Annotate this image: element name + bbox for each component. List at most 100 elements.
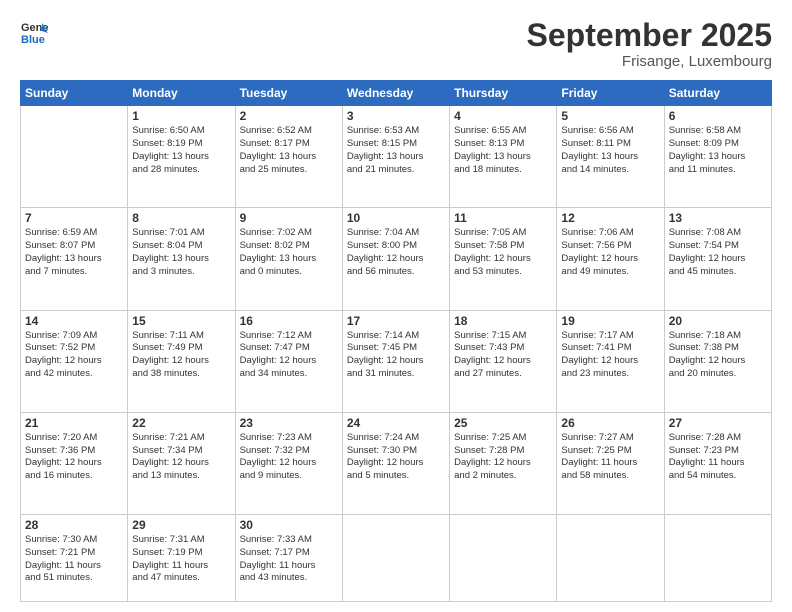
day-number: 16 [240, 314, 338, 328]
day-info: Sunrise: 7:05 AM Sunset: 7:58 PM Dayligh… [454, 227, 552, 278]
day-number: 17 [347, 314, 445, 328]
day-number: 7 [25, 211, 123, 225]
day-cell: 18 Sunrise: 7:15 AM Sunset: 7:43 PM Dayli… [450, 310, 557, 412]
day-cell: 17 Sunrise: 7:14 AM Sunset: 7:45 PM Dayli… [342, 310, 449, 412]
day-cell: 21Sunrise: 7:20 AM Sunset: 7:36 PM Dayli… [21, 412, 128, 514]
col-header-thursday: Thursday [450, 81, 557, 106]
day-cell [21, 106, 128, 208]
day-info: Sunrise: 7:18 AM Sunset: 7:38 PM Dayligh… [669, 330, 767, 381]
day-info: Sunrise: 7:14 AM Sunset: 7:45 PM Dayligh… [347, 330, 445, 381]
week-row-3: 14 Sunrise: 7:09 AM Sunset: 7:52 PM Dayli… [21, 310, 772, 412]
day-number: 15 [132, 314, 230, 328]
day-cell: 5 Sunrise: 6:56 AM Sunset: 8:11 PM Daylig… [557, 106, 664, 208]
day-number: 18 [454, 314, 552, 328]
day-info: Sunrise: 6:56 AM Sunset: 8:11 PM Dayligh… [561, 125, 659, 176]
day-info: Sunrise: 7:33 AM Sunset: 7:17 PM Dayligh… [240, 534, 338, 585]
day-cell: 24 Sunrise: 7:24 AM Sunset: 7:30 PM Dayli… [342, 412, 449, 514]
day-cell: 27 Sunrise: 7:28 AM Sunset: 7:23 PM Dayli… [664, 412, 771, 514]
day-number: 5 [561, 109, 659, 123]
day-info: Sunrise: 6:52 AM Sunset: 8:17 PM Dayligh… [240, 125, 338, 176]
day-info: Sunrise: 7:01 AM Sunset: 8:04 PM Dayligh… [132, 227, 230, 278]
day-info: Sunrise: 7:24 AM Sunset: 7:30 PM Dayligh… [347, 432, 445, 483]
day-cell [557, 514, 664, 601]
week-row-5: 28 Sunrise: 7:30 AM Sunset: 7:21 PM Dayli… [21, 514, 772, 601]
day-number: 11 [454, 211, 552, 225]
day-number: 2 [240, 109, 338, 123]
day-info: Sunrise: 7:08 AM Sunset: 7:54 PM Dayligh… [669, 227, 767, 278]
day-number: 1 [132, 109, 230, 123]
day-cell [664, 514, 771, 601]
day-info: Sunrise: 6:55 AM Sunset: 8:13 PM Dayligh… [454, 125, 552, 176]
day-info: Sunrise: 6:50 AM Sunset: 8:19 PM Dayligh… [132, 125, 230, 176]
day-number: 6 [669, 109, 767, 123]
day-cell: 13Sunrise: 7:08 AM Sunset: 7:54 PM Dayli… [664, 208, 771, 310]
day-cell: 12 Sunrise: 7:06 AM Sunset: 7:56 PM Dayli… [557, 208, 664, 310]
calendar-table: SundayMondayTuesdayWednesdayThursdayFrid… [20, 80, 772, 602]
day-info: Sunrise: 7:11 AM Sunset: 7:49 PM Dayligh… [132, 330, 230, 381]
day-info: Sunrise: 7:20 AM Sunset: 7:36 PM Dayligh… [25, 432, 123, 483]
col-header-tuesday: Tuesday [235, 81, 342, 106]
day-cell: 10Sunrise: 7:04 AM Sunset: 8:00 PM Dayli… [342, 208, 449, 310]
day-number: 20 [669, 314, 767, 328]
day-cell: 29 Sunrise: 7:31 AM Sunset: 7:19 PM Dayli… [128, 514, 235, 601]
day-number: 9 [240, 211, 338, 225]
day-info: Sunrise: 6:58 AM Sunset: 8:09 PM Dayligh… [669, 125, 767, 176]
day-cell: 16 Sunrise: 7:12 AM Sunset: 7:47 PM Dayli… [235, 310, 342, 412]
day-cell [342, 514, 449, 601]
day-number: 24 [347, 416, 445, 430]
day-info: Sunrise: 7:17 AM Sunset: 7:41 PM Dayligh… [561, 330, 659, 381]
day-cell: 15 Sunrise: 7:11 AM Sunset: 7:49 PM Dayli… [128, 310, 235, 412]
day-info: Sunrise: 6:53 AM Sunset: 8:15 PM Dayligh… [347, 125, 445, 176]
col-header-saturday: Saturday [664, 81, 771, 106]
day-cell: 30 Sunrise: 7:33 AM Sunset: 7:17 PM Dayli… [235, 514, 342, 601]
day-cell: 28 Sunrise: 7:30 AM Sunset: 7:21 PM Dayli… [21, 514, 128, 601]
day-info: Sunrise: 7:06 AM Sunset: 7:56 PM Dayligh… [561, 227, 659, 278]
col-header-wednesday: Wednesday [342, 81, 449, 106]
svg-text:Blue: Blue [21, 34, 45, 46]
day-number: 14 [25, 314, 123, 328]
month-title: September 2025 [527, 18, 772, 53]
day-number: 8 [132, 211, 230, 225]
day-number: 3 [347, 109, 445, 123]
day-info: Sunrise: 7:23 AM Sunset: 7:32 PM Dayligh… [240, 432, 338, 483]
day-number: 23 [240, 416, 338, 430]
day-number: 29 [132, 518, 230, 532]
day-number: 12 [561, 211, 659, 225]
day-cell: 6 Sunrise: 6:58 AM Sunset: 8:09 PM Daylig… [664, 106, 771, 208]
day-number: 27 [669, 416, 767, 430]
day-cell: 22Sunrise: 7:21 AM Sunset: 7:34 PM Dayli… [128, 412, 235, 514]
header: General Blue September 2025 Frisange, Lu… [20, 18, 772, 70]
day-cell: 7 Sunrise: 6:59 AM Sunset: 8:07 PM Daylig… [21, 208, 128, 310]
day-cell: 8 Sunrise: 7:01 AM Sunset: 8:04 PM Daylig… [128, 208, 235, 310]
day-info: Sunrise: 7:30 AM Sunset: 7:21 PM Dayligh… [25, 534, 123, 585]
day-cell: 3 Sunrise: 6:53 AM Sunset: 8:15 PM Daylig… [342, 106, 449, 208]
day-cell: 19Sunrise: 7:17 AM Sunset: 7:41 PM Dayli… [557, 310, 664, 412]
day-cell: 23 Sunrise: 7:23 AM Sunset: 7:32 PM Dayli… [235, 412, 342, 514]
day-cell: 9 Sunrise: 7:02 AM Sunset: 8:02 PM Daylig… [235, 208, 342, 310]
calendar-page: General Blue September 2025 Frisange, Lu… [0, 0, 792, 612]
day-cell: 1 Sunrise: 6:50 AM Sunset: 8:19 PM Daylig… [128, 106, 235, 208]
day-cell [450, 514, 557, 601]
day-info: Sunrise: 7:02 AM Sunset: 8:02 PM Dayligh… [240, 227, 338, 278]
day-info: Sunrise: 7:31 AM Sunset: 7:19 PM Dayligh… [132, 534, 230, 585]
day-number: 28 [25, 518, 123, 532]
col-header-friday: Friday [557, 81, 664, 106]
day-info: Sunrise: 7:12 AM Sunset: 7:47 PM Dayligh… [240, 330, 338, 381]
week-row-2: 7 Sunrise: 6:59 AM Sunset: 8:07 PM Daylig… [21, 208, 772, 310]
day-cell: 14 Sunrise: 7:09 AM Sunset: 7:52 PM Dayli… [21, 310, 128, 412]
day-info: Sunrise: 7:21 AM Sunset: 7:34 PM Dayligh… [132, 432, 230, 483]
logo-icon: General Blue [20, 18, 48, 46]
day-info: Sunrise: 7:15 AM Sunset: 7:43 PM Dayligh… [454, 330, 552, 381]
day-info: Sunrise: 6:59 AM Sunset: 8:07 PM Dayligh… [25, 227, 123, 278]
day-cell: 20 Sunrise: 7:18 AM Sunset: 7:38 PM Dayli… [664, 310, 771, 412]
day-info: Sunrise: 7:28 AM Sunset: 7:23 PM Dayligh… [669, 432, 767, 483]
day-cell: 26Sunrise: 7:27 AM Sunset: 7:25 PM Dayli… [557, 412, 664, 514]
day-info: Sunrise: 7:09 AM Sunset: 7:52 PM Dayligh… [25, 330, 123, 381]
day-cell: 2 Sunrise: 6:52 AM Sunset: 8:17 PM Daylig… [235, 106, 342, 208]
day-info: Sunrise: 7:27 AM Sunset: 7:25 PM Dayligh… [561, 432, 659, 483]
day-info: Sunrise: 7:04 AM Sunset: 8:00 PM Dayligh… [347, 227, 445, 278]
title-block: September 2025 Frisange, Luxembourg [527, 18, 772, 70]
week-row-1: 1 Sunrise: 6:50 AM Sunset: 8:19 PM Daylig… [21, 106, 772, 208]
week-row-4: 21Sunrise: 7:20 AM Sunset: 7:36 PM Dayli… [21, 412, 772, 514]
day-number: 30 [240, 518, 338, 532]
